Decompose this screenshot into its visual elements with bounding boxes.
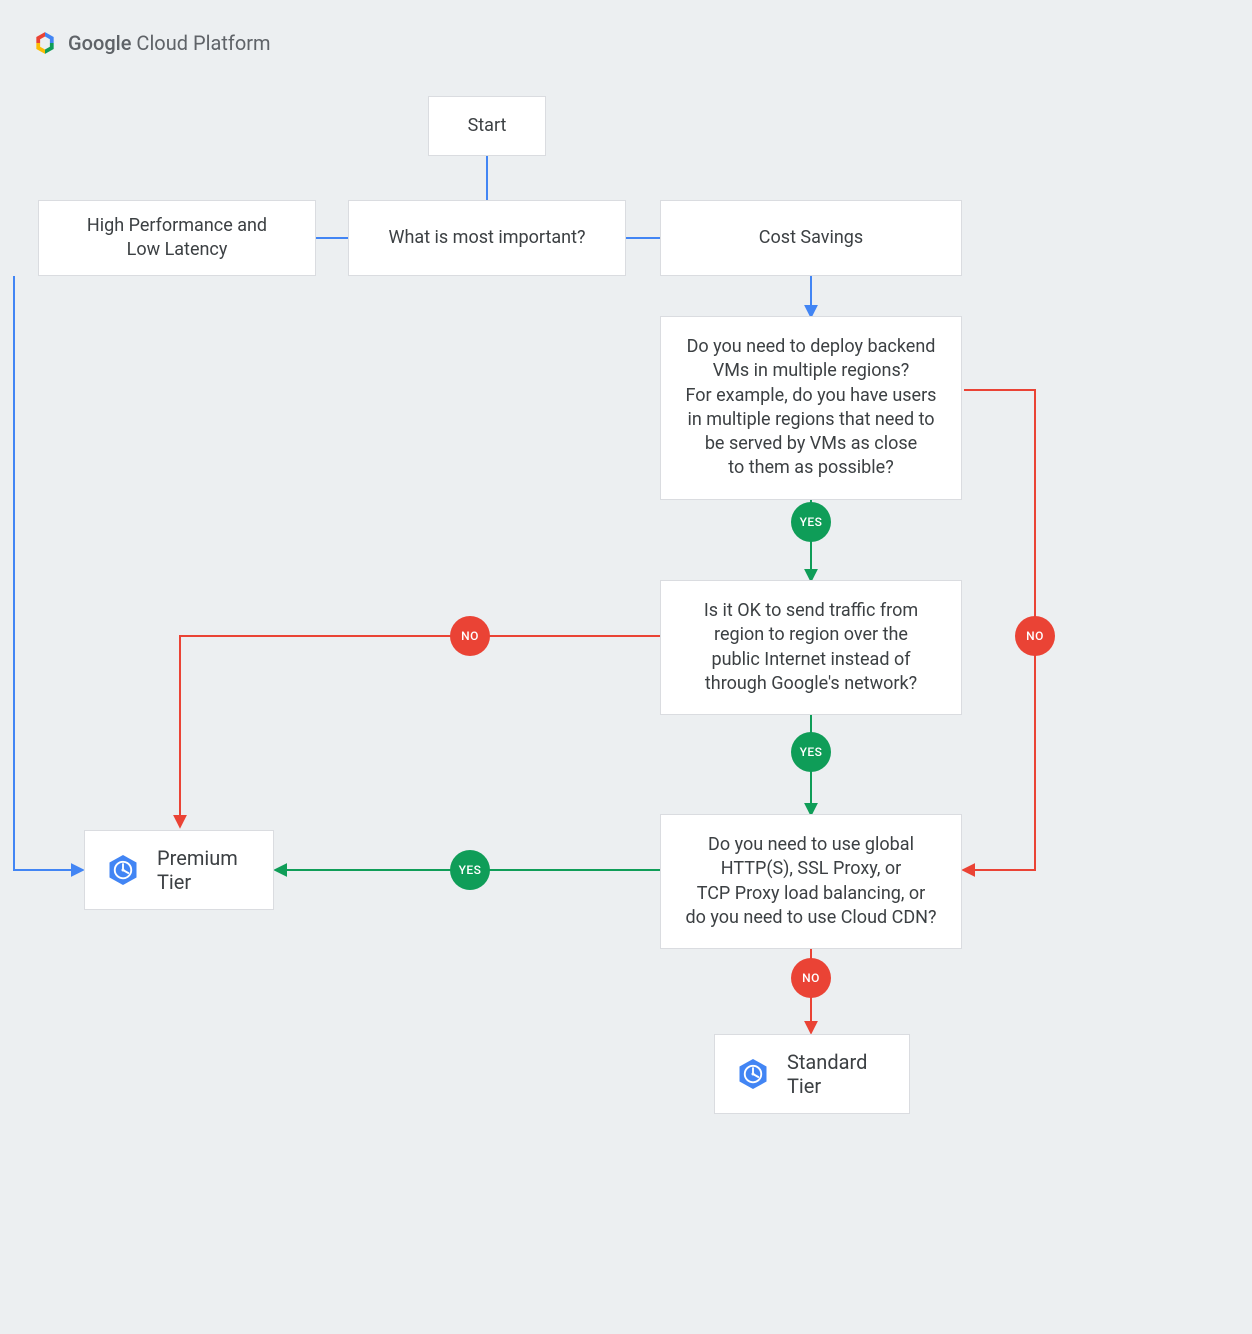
badge-no-regions: NO	[1015, 616, 1055, 656]
badge-no-label: NO	[1026, 629, 1044, 643]
node-premium-tier: Premium Tier	[84, 830, 274, 910]
badge-yes-internet: YES	[791, 732, 831, 772]
node-start: Start	[428, 96, 546, 156]
badge-yes-label: YES	[459, 863, 482, 877]
node-question-main: What is most important?	[348, 200, 626, 276]
badge-no-label: NO	[461, 629, 479, 643]
badge-no-global: NO	[791, 958, 831, 998]
badge-no-label: NO	[802, 971, 820, 985]
node-question-regions-label: Do you need to deploy backend VMs in mul…	[686, 335, 937, 481]
node-question-main-label: What is most important?	[389, 226, 586, 250]
node-standard-tier-label: Standard Tier	[787, 1050, 889, 1098]
node-option-performance: High Performance and Low Latency	[38, 200, 316, 276]
node-question-global: Do you need to use global HTTP(S), SSL P…	[660, 814, 962, 949]
node-question-regions: Do you need to deploy backend VMs in mul…	[660, 316, 962, 500]
node-option-cost-label: Cost Savings	[759, 226, 863, 250]
node-option-cost: Cost Savings	[660, 200, 962, 276]
badge-yes-regions: YES	[791, 502, 831, 542]
node-standard-tier: Standard Tier	[714, 1034, 910, 1114]
node-question-internet: Is it OK to send traffic from region to …	[660, 580, 962, 715]
node-start-label: Start	[468, 114, 507, 138]
node-question-internet-label: Is it OK to send traffic from region to …	[704, 599, 918, 696]
gcp-logo: Google Cloud Platform	[32, 30, 271, 56]
badge-yes-label: YES	[800, 515, 823, 529]
node-premium-tier-label: Premium Tier	[157, 846, 253, 894]
node-question-global-label: Do you need to use global HTTP(S), SSL P…	[685, 833, 936, 930]
node-option-performance-label: High Performance and Low Latency	[87, 214, 267, 263]
gcp-logo-text: Google Cloud Platform	[68, 31, 271, 55]
premium-tier-icon	[105, 852, 141, 888]
badge-yes-label: YES	[800, 745, 823, 759]
badge-yes-global: YES	[450, 850, 490, 890]
gcp-hexagon-icon	[32, 30, 58, 56]
standard-tier-icon	[735, 1056, 771, 1092]
badge-no-internet: NO	[450, 616, 490, 656]
